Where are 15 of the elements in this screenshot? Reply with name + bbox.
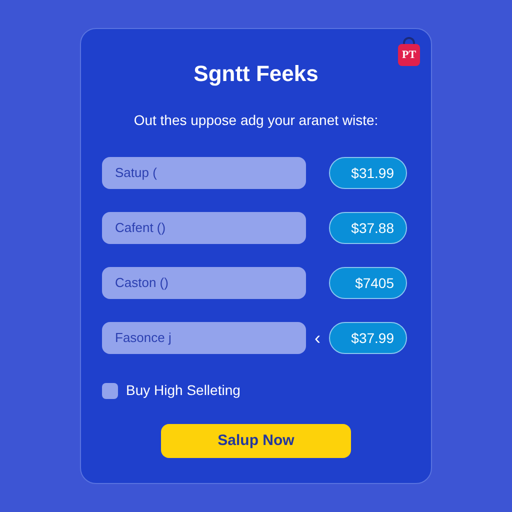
checkbox-label: Buy High Selleting — [126, 381, 240, 400]
shopping-bag-badge: PT — [398, 44, 420, 66]
card-title: Sgntt Feeks — [194, 60, 318, 88]
subtitle: Out thes uppose adg your aranet wiste: — [134, 111, 378, 130]
checkbox[interactable] — [102, 382, 118, 398]
input-field[interactable]: Satup ( — [102, 157, 306, 189]
input-field[interactable]: Cafent () — [102, 212, 306, 244]
signup-button[interactable]: Salup Now — [161, 424, 351, 458]
input-field[interactable]: Fasonce j — [102, 322, 306, 354]
price-pill[interactable]: $37.88 — [329, 212, 407, 244]
price-pill[interactable]: $7405 — [329, 267, 407, 299]
price-pill[interactable]: $31.99 — [329, 157, 407, 189]
chevron-text: ‹ — [314, 326, 320, 350]
input-field[interactable]: Caston () — [102, 267, 306, 299]
price-pill[interactable]: $37.99 — [329, 322, 407, 354]
